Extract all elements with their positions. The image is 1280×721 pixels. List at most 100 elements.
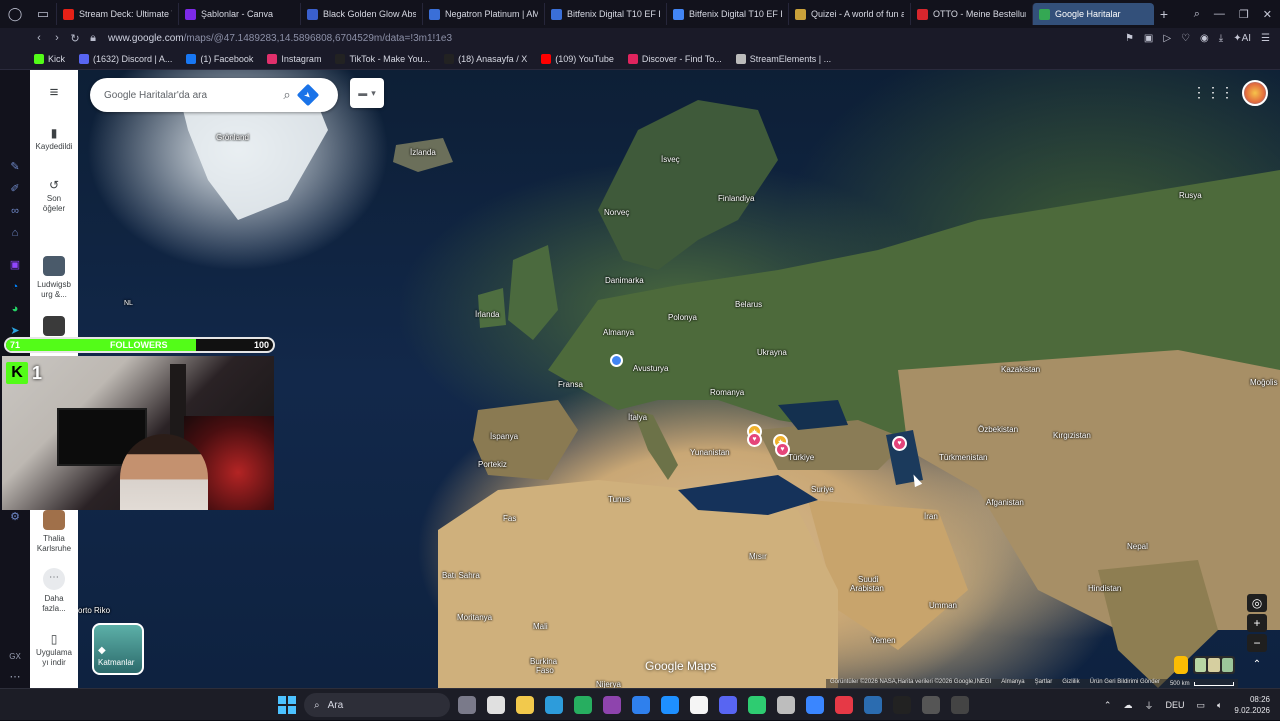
map-type-toggle[interactable] bbox=[1193, 656, 1235, 674]
chevron-up-icon[interactable]: ⌃ bbox=[1104, 700, 1112, 711]
taskbar-app-icon[interactable] bbox=[893, 696, 911, 714]
start-button[interactable] bbox=[278, 696, 296, 714]
bookmark-item[interactable]: StreamElements | ... bbox=[735, 53, 831, 64]
snapshot-icon[interactable]: ▣ bbox=[1144, 33, 1153, 44]
workspaces-icon[interactable]: ▭ bbox=[32, 3, 54, 25]
search-tabs-icon[interactable]: ⌕ bbox=[1194, 8, 1200, 21]
rail-download-app[interactable]: ▯ Uygulama yı indir bbox=[30, 633, 78, 668]
pinboard-icon[interactable]: ✎ bbox=[8, 160, 22, 174]
rail-more[interactable]: ⋯ Daha fazla... bbox=[30, 568, 78, 614]
taskbar-app-icon[interactable] bbox=[951, 696, 969, 714]
taskbar-app-icon[interactable] bbox=[661, 696, 679, 714]
rail-recent-place-3[interactable]: Thalia Karlsruhe bbox=[30, 510, 78, 554]
maximize-button[interactable]: ❐ bbox=[1239, 8, 1249, 21]
pen-icon[interactable]: ✐ bbox=[8, 182, 22, 196]
download-icon[interactable]: ⤓ bbox=[1219, 33, 1223, 44]
opera-logo-icon[interactable]: ◯ bbox=[4, 3, 26, 25]
taskbar-app-icon[interactable] bbox=[516, 696, 534, 714]
taskbar-app-icon[interactable] bbox=[458, 696, 476, 714]
display-icon[interactable]: ▭ bbox=[1196, 700, 1205, 711]
browser-tab[interactable]: Quizei - A world of fun a bbox=[788, 3, 910, 25]
url-field[interactable]: www.google.com/maps/@47.1489283,14.58968… bbox=[108, 33, 452, 44]
usb-icon[interactable]: ⏚ bbox=[1144, 699, 1153, 712]
current-location-pin[interactable] bbox=[610, 354, 623, 367]
favorite-place-pin[interactable]: ♥ bbox=[747, 432, 762, 447]
rail-menu-button[interactable]: ≡ bbox=[30, 85, 78, 102]
my-location-button[interactable]: ◎ bbox=[1247, 594, 1267, 612]
volume-icon[interactable]: 🔈︎ bbox=[1217, 700, 1222, 711]
cloud-icon[interactable]: ☁ bbox=[1123, 700, 1132, 711]
taskbar-app-icon[interactable] bbox=[545, 696, 563, 714]
taskbar-app-icon[interactable] bbox=[777, 696, 795, 714]
search-input[interactable] bbox=[104, 89, 274, 101]
rail-saved[interactable]: ▮ Kaydedildi bbox=[30, 127, 78, 152]
minimize-button[interactable]: — bbox=[1214, 8, 1225, 21]
messenger-icon[interactable]: ◔ bbox=[8, 280, 22, 294]
heart-icon[interactable]: ♡ bbox=[1181, 33, 1190, 44]
browser-tab[interactable]: Google Haritalar bbox=[1032, 3, 1154, 25]
more-dots-icon[interactable]: ⋯ bbox=[8, 670, 22, 684]
rail-recents[interactable]: ↺ Son öğeler bbox=[30, 179, 78, 214]
forward-button[interactable]: › bbox=[48, 32, 66, 44]
zoom-out-button[interactable]: − bbox=[1247, 634, 1267, 652]
browser-tab[interactable]: Bitfenix Digital T10 EF Bla bbox=[544, 3, 666, 25]
taskbar-search[interactable]: ⌕ Ara bbox=[304, 693, 450, 717]
attr-link-terms[interactable]: Şartlar bbox=[1035, 679, 1053, 688]
link-icon[interactable]: ∞ bbox=[8, 204, 22, 218]
scale-bar[interactable]: 500 km bbox=[1170, 679, 1234, 688]
taskbar-app-icon[interactable] bbox=[748, 696, 766, 714]
clock[interactable]: 08:26 9.02.2026 bbox=[1234, 694, 1270, 716]
account-avatar[interactable] bbox=[1242, 80, 1268, 106]
language-indicator[interactable]: DEU bbox=[1165, 700, 1184, 710]
attr-link-feedback[interactable]: Ürün Geri Bildirimi Gönder bbox=[1090, 679, 1160, 688]
browser-tab[interactable]: Bitfenix Digital T10 EF Bla bbox=[666, 3, 788, 25]
taskbar-app-icon[interactable] bbox=[632, 696, 650, 714]
menu-icon[interactable]: ☰ bbox=[1261, 33, 1270, 44]
taskbar-app-icon[interactable] bbox=[806, 696, 824, 714]
telegram-icon[interactable]: ➤ bbox=[8, 324, 22, 338]
taskbar-app-icon[interactable] bbox=[603, 696, 621, 714]
taskbar-app-icon[interactable] bbox=[719, 696, 737, 714]
bookmark-page-icon[interactable]: ⚑ bbox=[1125, 33, 1134, 44]
browser-tab[interactable]: OTTO - Meine Bestellung bbox=[910, 3, 1032, 25]
back-button[interactable]: ‹ bbox=[30, 32, 48, 44]
zoom-in-button[interactable]: + bbox=[1247, 614, 1267, 632]
bookmark-item[interactable]: Discover - Find To... bbox=[627, 53, 722, 64]
gx-icon[interactable]: GX bbox=[8, 650, 22, 664]
twitch-icon[interactable]: ▣ bbox=[8, 258, 22, 272]
attr-link-country[interactable]: Almanya bbox=[1001, 679, 1024, 688]
traffic-thumb[interactable] bbox=[1221, 658, 1233, 672]
taskbar-app-icon[interactable] bbox=[864, 696, 882, 714]
bookmark-item[interactable]: (1) Facebook bbox=[186, 53, 253, 64]
map-thumb[interactable] bbox=[1195, 658, 1207, 672]
browser-tab[interactable]: Stream Deck: Ultimate Vi bbox=[56, 3, 178, 25]
settings-icon[interactable]: ⚙ bbox=[8, 510, 22, 524]
bookmark-item[interactable]: (109) YouTube bbox=[541, 53, 614, 64]
google-apps-icon[interactable]: ⋮⋮⋮ bbox=[1192, 84, 1234, 101]
bookmark-item[interactable]: TikTok - Make You... bbox=[335, 53, 430, 64]
browser-tab[interactable]: Negatron Platinum | AME bbox=[422, 3, 544, 25]
new-tab-button[interactable]: + bbox=[1154, 6, 1174, 22]
attr-link-privacy[interactable]: Gizlilik bbox=[1062, 679, 1079, 688]
directions-icon[interactable]: ➤ bbox=[296, 83, 320, 107]
bookmark-item[interactable]: Instagram bbox=[267, 53, 321, 64]
whatsapp-icon[interactable]: ◕ bbox=[8, 302, 22, 316]
bookmark-item[interactable]: Kick bbox=[34, 53, 65, 64]
taskbar-app-icon[interactable] bbox=[487, 696, 505, 714]
bookmark-item[interactable]: (18) Anasayfa / X bbox=[444, 53, 527, 64]
favorite-place-pin[interactable]: ♥ bbox=[775, 442, 790, 457]
taskbar-app-icon[interactable] bbox=[690, 696, 708, 714]
browser-tab[interactable]: Şablonlar - Canva bbox=[178, 3, 300, 25]
profile-icon[interactable]: ◉ bbox=[1200, 33, 1209, 44]
taskbar-app-icon[interactable] bbox=[922, 696, 940, 714]
ai-button[interactable]: ✦AI bbox=[1233, 33, 1251, 44]
keyboard-input-button[interactable]: ▬ ▾ bbox=[350, 78, 384, 108]
player-icon[interactable]: ▷ bbox=[1163, 33, 1171, 44]
taskbar-app-icon[interactable] bbox=[835, 696, 853, 714]
close-window-button[interactable]: ✕ bbox=[1263, 8, 1272, 21]
terrain-thumb[interactable] bbox=[1208, 658, 1220, 672]
stack-icon[interactable]: ⌂ bbox=[8, 226, 22, 240]
taskbar-app-icon[interactable] bbox=[574, 696, 592, 714]
bookmark-item[interactable]: (1632) Discord | A... bbox=[79, 53, 172, 64]
layers-button[interactable]: ◆ Katmanlar bbox=[92, 623, 144, 675]
